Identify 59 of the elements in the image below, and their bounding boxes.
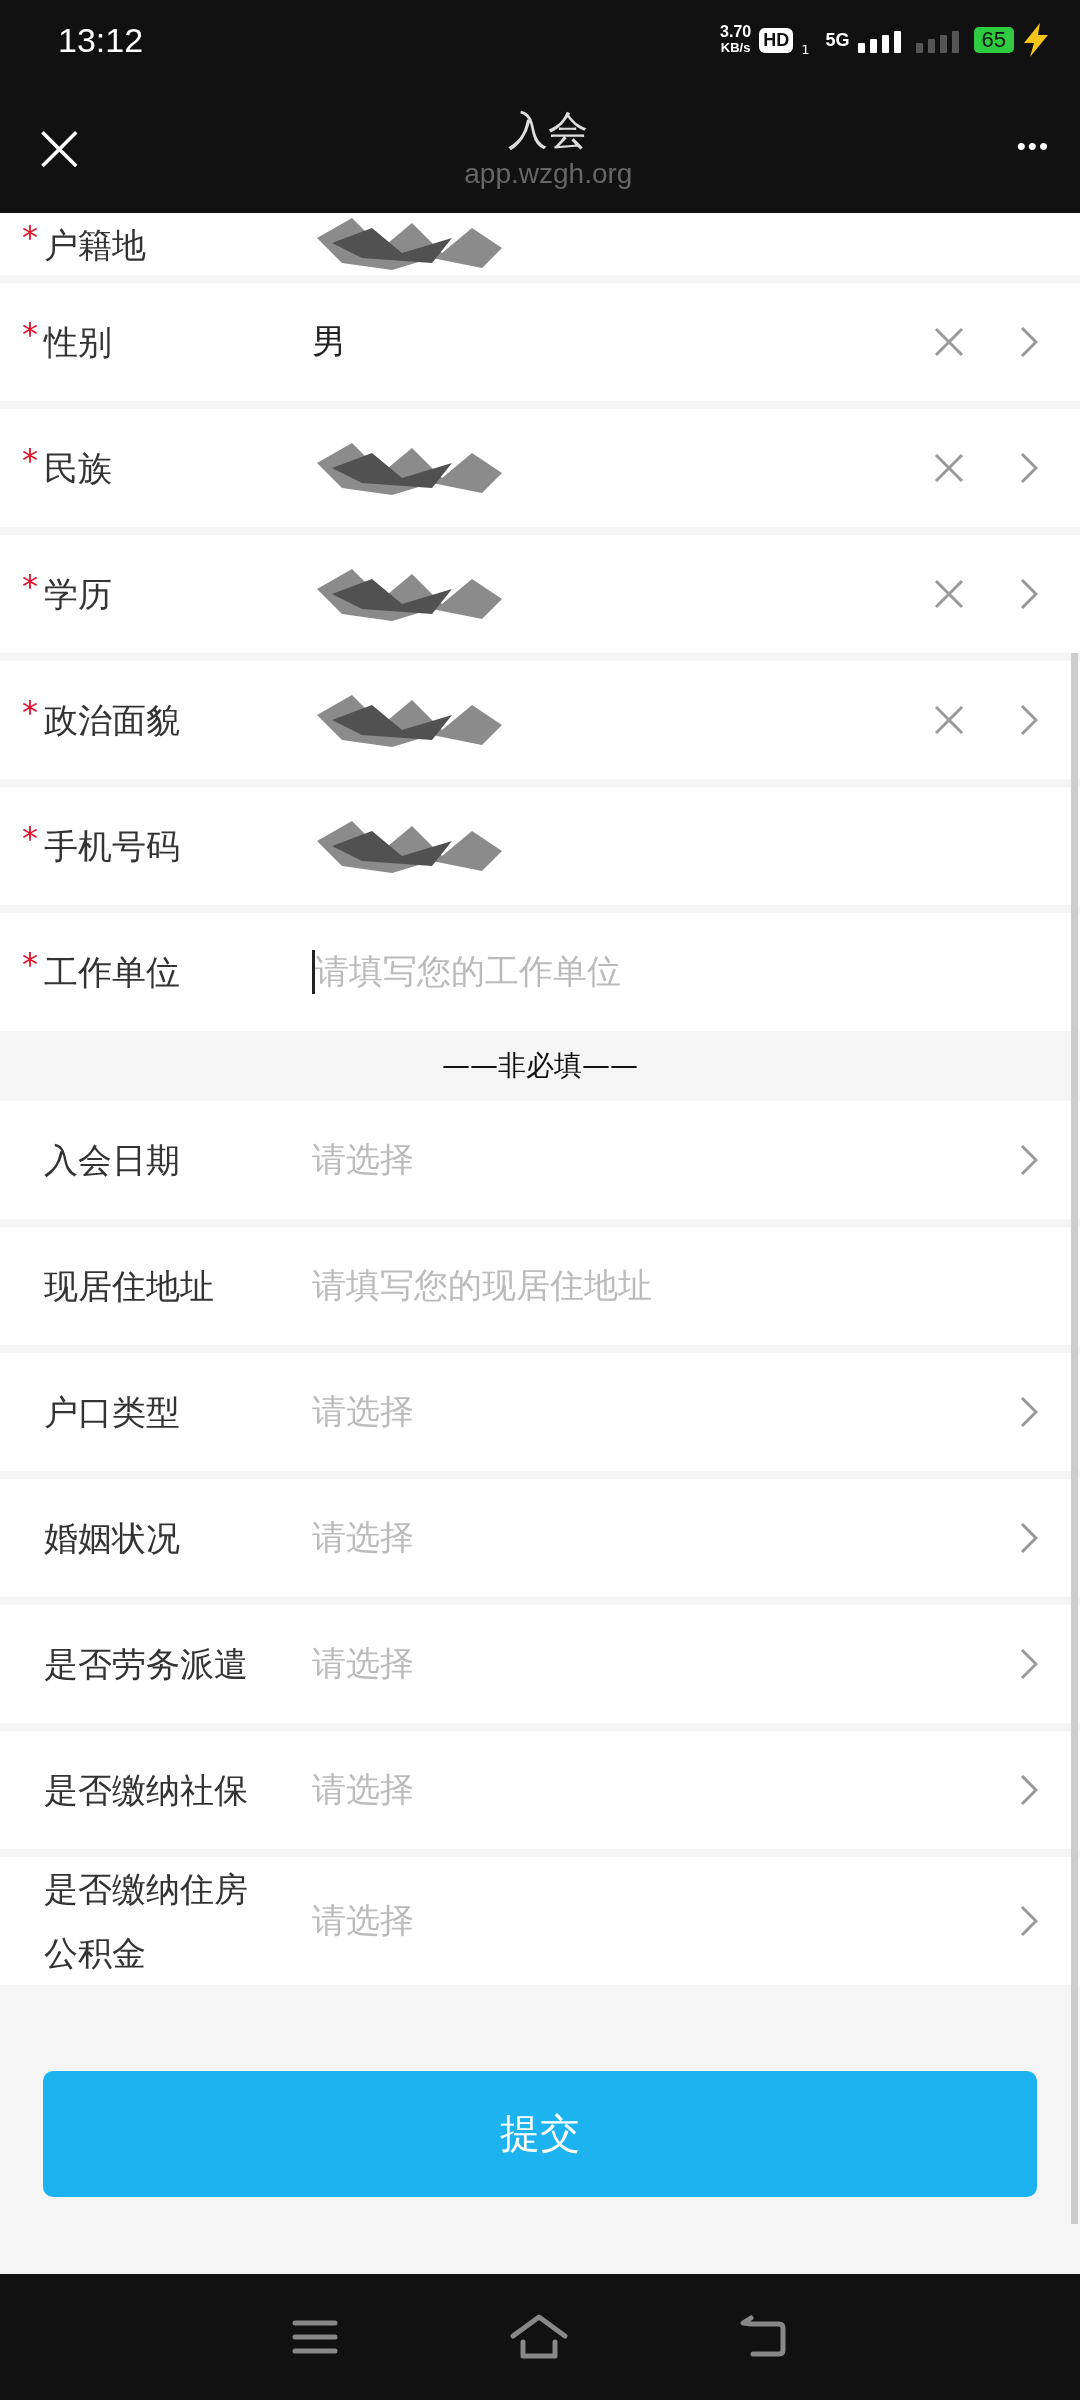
field-label: 是否缴纳住房公积金 [44,1868,249,1975]
close-button[interactable]: × [30,111,80,182]
page-title: 入会 [508,106,589,155]
clear-icon[interactable] [934,327,964,357]
field-label: 学历 [44,573,112,616]
chevron-right-icon[interactable] [1020,1144,1038,1176]
chevron-right-icon[interactable] [1020,1522,1038,1554]
charging-icon [1022,23,1050,57]
chevron-right-icon[interactable] [1020,578,1038,610]
submit-button[interactable]: 提交 [43,2070,1037,2197]
network-speed: 3.70 KB/s [720,24,752,56]
field-placeholder[interactable]: 请填写您的现居住地址 [312,1263,652,1309]
field-label: 户籍地 [44,224,146,267]
status-time: 13:12 [58,20,144,60]
required-mark: * [22,440,39,481]
section-divider-label: ——非必填—— [441,1048,639,1084]
field-label: 是否劳务派遣 [44,1643,248,1686]
field-placeholder[interactable]: 请选择 [312,1898,414,1944]
field-label: 现居住地址 [44,1265,214,1308]
field-placeholder[interactable]: 请选择 [312,1641,414,1687]
field-label: 性别 [44,321,112,364]
field-label: 是否缴纳社保 [44,1769,248,1812]
required-mark: * [22,566,39,607]
field-placeholder[interactable]: 请选择 [312,1389,414,1435]
more-button[interactable]: ••• [1016,131,1050,162]
field-label: 手机号码 [44,825,180,868]
required-mark: * [22,818,39,859]
field-label: 工作单位 [44,951,180,994]
required-mark: * [22,944,39,985]
chevron-right-icon[interactable] [1020,1648,1038,1680]
required-mark: * [22,314,39,355]
field-label: 政治面貌 [44,699,180,742]
back-icon[interactable] [739,2314,789,2360]
hd-sim-number: 1 [801,42,810,57]
field-value[interactable]: 男 [312,319,346,365]
page-url: app.wzgh.org [464,158,633,190]
network-type: 5G [825,29,850,51]
battery-level: 65 [973,27,1014,53]
field-label: 入会日期 [44,1139,180,1182]
field-placeholder[interactable]: 请填写您的工作单位 [315,949,621,995]
field-label: 婚姻状况 [44,1517,180,1560]
chevron-right-icon[interactable] [1020,704,1038,736]
clear-icon[interactable] [934,705,964,735]
home-icon[interactable] [509,2314,569,2360]
clear-icon[interactable] [934,453,964,483]
field-placeholder[interactable]: 请选择 [312,1515,414,1561]
chevron-right-icon[interactable] [1020,326,1038,358]
field-placeholder[interactable]: 请选择 [312,1137,414,1183]
field-label: 户口类型 [44,1391,180,1434]
field-placeholder[interactable]: 请选择 [312,1767,414,1813]
hd-badge: HD [759,27,794,53]
chevron-right-icon[interactable] [1020,452,1038,484]
chevron-right-icon[interactable] [1020,1774,1038,1806]
chevron-right-icon[interactable] [1020,1905,1038,1937]
clear-icon[interactable] [934,579,964,609]
field-label: 民族 [44,447,112,490]
chevron-right-icon[interactable] [1020,1396,1038,1428]
required-mark: * [22,217,39,258]
required-mark: * [22,692,39,733]
